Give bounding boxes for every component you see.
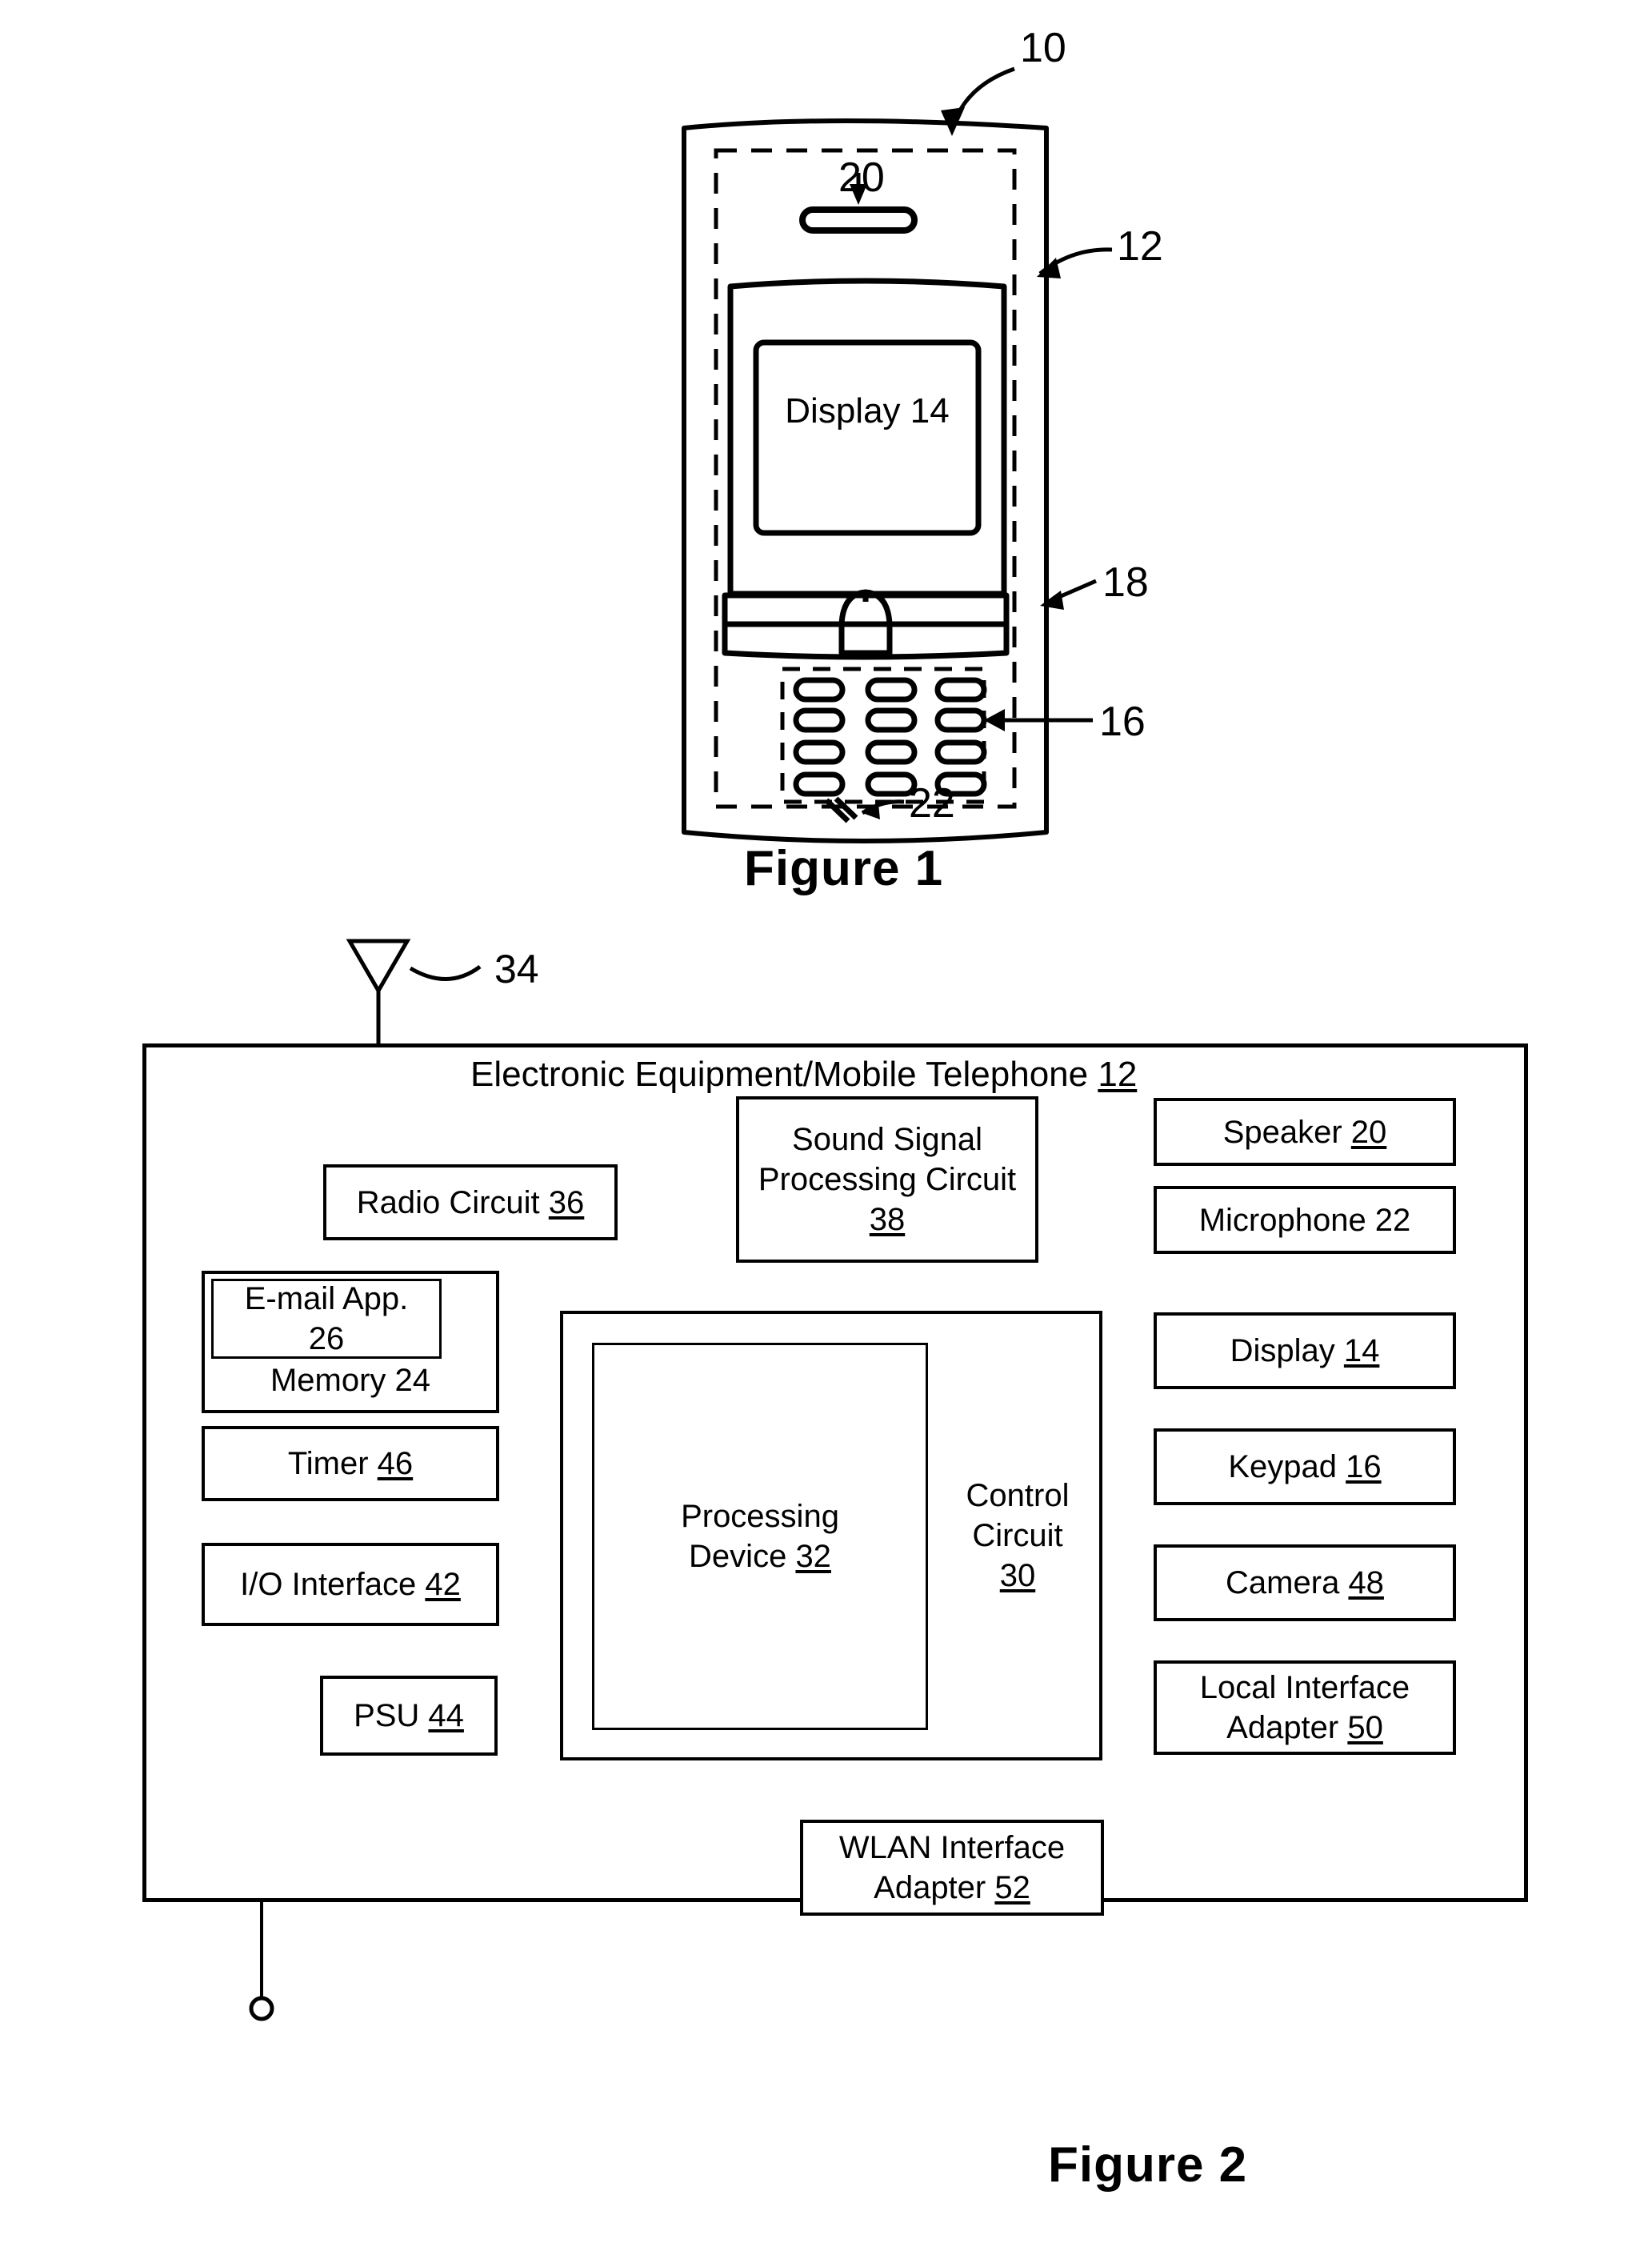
- block-keypad[interactable]: Keypad 16: [1154, 1428, 1456, 1505]
- local-interface-line2-wrap: Adapter 50: [1226, 1708, 1383, 1748]
- display-block-number: 14: [1343, 1333, 1380, 1368]
- block-microphone[interactable]: Microphone 22: [1154, 1186, 1456, 1254]
- wlan-interface-number: 52: [994, 1870, 1030, 1905]
- processing-device-line2-wrap: Device 32: [689, 1536, 831, 1576]
- wlan-interface-line2: Adapter: [874, 1870, 995, 1905]
- block-display[interactable]: Display 14: [1154, 1312, 1456, 1389]
- keypad-block-number: 16: [1346, 1449, 1382, 1484]
- email-app-line1: E-mail App.: [244, 1281, 409, 1316]
- sound-signal-number: 38: [869, 1202, 906, 1237]
- camera-label: Camera: [1226, 1565, 1349, 1600]
- processing-device-line1: Processing: [681, 1499, 839, 1534]
- external-port-terminal: [249, 1996, 274, 2021]
- control-circuit-line1: Control: [966, 1478, 1070, 1513]
- block-processing-device[interactable]: Processing Device 32: [592, 1343, 928, 1730]
- figure-2-caption: Figure 2: [1048, 2137, 1248, 2193]
- block-local-interface-adapter[interactable]: Local Interface Adapter 50: [1154, 1660, 1456, 1755]
- io-interface-number: 42: [425, 1567, 461, 1602]
- speaker-number: 20: [1350, 1114, 1387, 1150]
- display-block-label: Display: [1230, 1333, 1344, 1368]
- leader-34: [409, 964, 482, 981]
- radio-circuit-number: 36: [548, 1184, 585, 1220]
- memory-label: Memory 24: [270, 1363, 431, 1398]
- local-interface-line2: Adapter: [1226, 1710, 1348, 1745]
- block-timer[interactable]: Timer 46: [202, 1426, 499, 1501]
- io-interface-label: I/O Interface: [240, 1567, 426, 1602]
- processing-device-number: 32: [795, 1539, 831, 1574]
- enclosure-title-text: Electronic Equipment/Mobile Telephone: [470, 1055, 1098, 1094]
- radio-circuit-label: Radio Circuit: [356, 1184, 549, 1220]
- ref-34: 34: [494, 947, 539, 991]
- processing-device-line2: Device: [689, 1539, 796, 1574]
- keypad-block-label: Keypad: [1228, 1449, 1346, 1484]
- local-interface-number: 50: [1347, 1710, 1383, 1745]
- sound-signal-line2: Processing Circuit: [758, 1162, 1017, 1197]
- block-wlan-interface-adapter[interactable]: WLAN Interface Adapter 52: [800, 1820, 1104, 1916]
- block-email-app[interactable]: E-mail App. 26: [211, 1279, 442, 1359]
- block-io-interface[interactable]: I/O Interface 42: [202, 1543, 499, 1626]
- psu-label: PSU: [354, 1698, 429, 1733]
- timer-number: 46: [377, 1446, 414, 1481]
- wlan-interface-line2-wrap: Adapter 52: [874, 1868, 1030, 1908]
- camera-number: 48: [1348, 1565, 1384, 1600]
- psu-number: 44: [428, 1698, 464, 1733]
- wlan-interface-line1: WLAN Interface: [838, 1830, 1066, 1865]
- timer-label: Timer: [287, 1446, 378, 1481]
- speaker-label: Speaker: [1222, 1114, 1351, 1150]
- block-radio-circuit[interactable]: Radio Circuit 36: [323, 1164, 618, 1240]
- block-psu[interactable]: PSU 44: [320, 1676, 498, 1756]
- local-interface-line1: Local Interface: [1199, 1670, 1410, 1705]
- antenna-icon: [346, 939, 411, 995]
- enclosure-title: Electronic Equipment/Mobile Telephone 12: [470, 1055, 1137, 1095]
- block-camera[interactable]: Camera 48: [1154, 1544, 1456, 1621]
- block-sound-signal-processing[interactable]: Sound Signal Processing Circuit 38: [736, 1096, 1038, 1263]
- control-circuit-number: 30: [999, 1558, 1036, 1593]
- microphone-label: Microphone 22: [1198, 1202, 1411, 1238]
- control-circuit-line2: Circuit: [972, 1518, 1063, 1553]
- sound-signal-line1: Sound Signal: [792, 1122, 982, 1157]
- email-app-number: 26: [308, 1321, 345, 1356]
- enclosure-title-number: 12: [1098, 1055, 1138, 1094]
- block-speaker[interactable]: Speaker 20: [1154, 1098, 1456, 1166]
